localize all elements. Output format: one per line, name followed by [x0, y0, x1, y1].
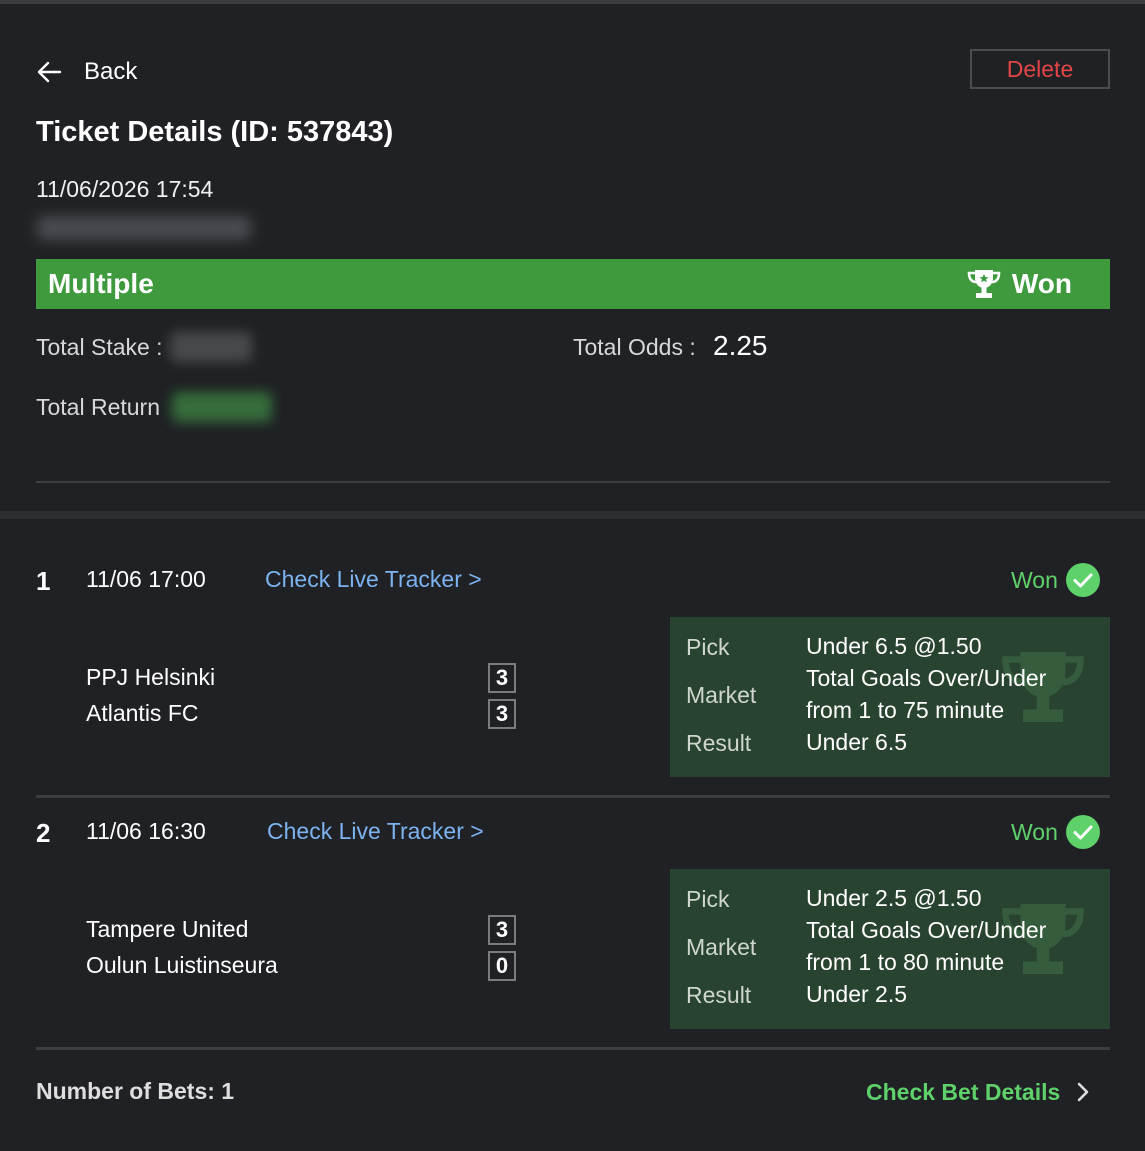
- check-bet-details-label: Check Bet Details: [866, 1078, 1061, 1105]
- number-of-bets: Number of Bets: 1: [36, 1078, 235, 1104]
- arrow-left-icon: [37, 61, 62, 83]
- chevron-right-icon: [1078, 1082, 1089, 1102]
- home-score: 3: [488, 915, 516, 945]
- ticket-datetime: 11/06/2026 17:54: [36, 176, 214, 202]
- pick-label: Pick: [686, 886, 730, 912]
- leg-time: 11/06 16:30: [86, 818, 206, 844]
- divider: [36, 795, 1110, 798]
- status-result: Won: [966, 267, 1072, 301]
- pick-value: Under 2.5 @1.50: [806, 885, 982, 911]
- leg-result: Won: [1011, 815, 1100, 849]
- market-value-line1: Total Goals Over/Under: [806, 917, 1047, 943]
- market-label: Market: [686, 682, 757, 708]
- result-value: Under 2.5: [806, 981, 908, 1007]
- leg-number: 2: [36, 818, 51, 848]
- total-stake-label: Total Stake :: [36, 334, 163, 360]
- pick-details-box: Pick Under 6.5 @1.50 Market Total Goals …: [670, 617, 1110, 777]
- market-label: Market: [686, 934, 757, 960]
- back-label: Back: [84, 58, 138, 85]
- trophy-icon: [967, 270, 1001, 298]
- market-value-line2: from 1 to 75 minute: [806, 697, 1005, 723]
- leg-result-label: Won: [1011, 566, 1058, 593]
- ticket-header-card: Back Delete Ticket Details (ID: 537843) …: [0, 4, 1145, 511]
- check-circle-icon: [1065, 563, 1100, 597]
- status-bar: Multiple Won: [36, 259, 1110, 309]
- total-odds-value: 2.25: [713, 330, 768, 361]
- leg-result: Won: [1011, 563, 1100, 597]
- leg-result-label: Won: [1011, 818, 1058, 845]
- result-label: Result: [686, 982, 752, 1008]
- pick-details-box: Pick Under 2.5 @1.50 Market Total Goals …: [670, 869, 1110, 1029]
- live-tracker-link[interactable]: Check Live Tracker >: [265, 566, 482, 593]
- redacted-info: [36, 216, 252, 240]
- leg-time: 11/06 17:00: [86, 566, 206, 592]
- section-gap: [0, 511, 1145, 519]
- market-value-line2: from 1 to 80 minute: [806, 949, 1005, 975]
- pick-value: Under 6.5 @1.50: [806, 633, 982, 659]
- status-result-label: Won: [1011, 268, 1072, 299]
- home-team: Tampere United: [86, 916, 249, 942]
- market-value-line1: Total Goals Over/Under: [806, 665, 1047, 691]
- delete-button[interactable]: Delete: [970, 49, 1110, 89]
- total-stake-value-redacted: [170, 332, 252, 362]
- home-score: 3: [488, 663, 516, 693]
- pick-label: Pick: [686, 634, 730, 660]
- total-odds-label: Total Odds :: [573, 334, 696, 360]
- away-team: Oulun Luistinseura: [86, 952, 278, 978]
- result-value: Under 6.5: [806, 729, 908, 755]
- leg-number: 1: [36, 566, 51, 596]
- page-title: Ticket Details (ID: 537843): [36, 116, 394, 148]
- total-return-value-redacted: [172, 392, 272, 422]
- away-team: Atlantis FC: [86, 700, 199, 726]
- back-button[interactable]: Back: [36, 56, 137, 88]
- check-circle-icon: [1065, 815, 1100, 849]
- check-bet-details-link[interactable]: Check Bet Details: [866, 1076, 1094, 1108]
- away-score: 0: [488, 951, 516, 981]
- away-score: 3: [488, 699, 516, 729]
- result-label: Result: [686, 730, 752, 756]
- live-tracker-link[interactable]: Check Live Tracker >: [267, 818, 484, 845]
- divider: [36, 481, 1110, 483]
- bet-type: Multiple: [48, 268, 154, 299]
- total-return-label: Total Return: [36, 394, 161, 420]
- home-team: PPJ Helsinki: [86, 664, 216, 690]
- divider: [36, 1047, 1110, 1050]
